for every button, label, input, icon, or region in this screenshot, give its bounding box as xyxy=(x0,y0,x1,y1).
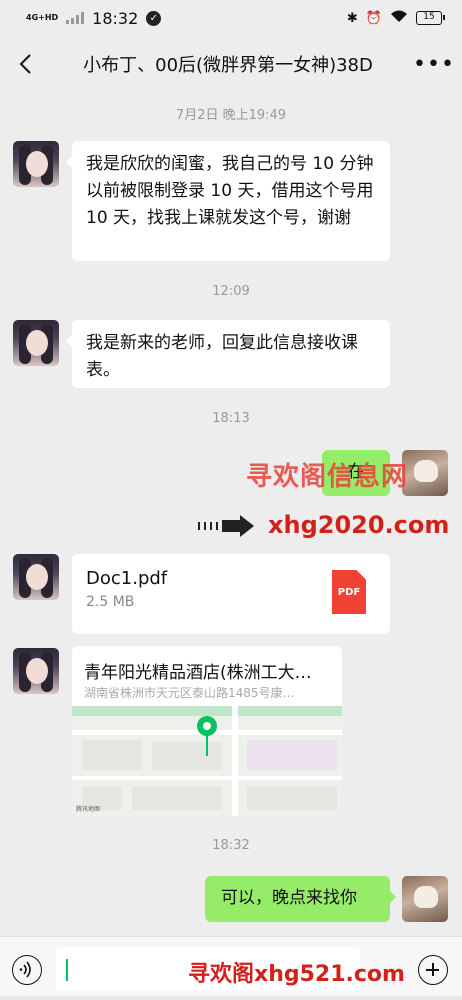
back-button[interactable] xyxy=(0,36,50,92)
map-pin-icon xyxy=(197,716,217,756)
more-button[interactable]: ••• xyxy=(406,36,462,92)
location-message[interactable]: 青年阳光精品酒店(株洲工大… 湖南省株洲市天元区泰山路1485号康… 腾讯地图 xyxy=(72,646,342,816)
avatar[interactable] xyxy=(13,141,59,187)
avatar[interactable] xyxy=(13,320,59,366)
chat-title: 小布丁、00后(微胖界第一女神)38D xyxy=(83,55,373,76)
status-bar: 4G+HD 18:32 ✓ ✱ ⏰ 15 xyxy=(0,0,462,36)
chevron-left-icon xyxy=(19,54,31,74)
message-bubble[interactable]: 我是欣欣的闺蜜，我自己的号 10 分钟以前被限制登录 10 天，借用这个号用 1… xyxy=(66,141,390,261)
message-bubble-self[interactable]: 可以，晚点来找你 xyxy=(205,876,396,922)
bluetooth-icon: ✱ xyxy=(346,10,358,26)
avatar-self[interactable] xyxy=(402,876,448,922)
avatar[interactable] xyxy=(13,554,59,600)
battery-icon: 15 xyxy=(416,11,445,25)
text-cursor xyxy=(66,959,68,981)
pdf-file-icon: PDF xyxy=(332,570,366,614)
signal-icon xyxy=(66,12,85,24)
watermark-middle: xhg2020.com xyxy=(268,511,450,539)
avatar-self[interactable] xyxy=(402,450,448,496)
check-circle-icon: ✓ xyxy=(146,10,162,26)
wifi-icon xyxy=(390,9,408,27)
message-text: 可以，晚点来找你 xyxy=(221,888,357,908)
timestamp: 7月2日 晚上19:49 xyxy=(175,108,287,123)
file-size: 2.5 MB xyxy=(86,594,135,610)
location-address: 湖南省株洲市天元区泰山路1485号康… xyxy=(84,686,295,700)
watermark-top: 寻欢阁信息网 xyxy=(246,462,409,492)
map-provider-label: 腾讯地图 xyxy=(76,806,101,813)
voice-button[interactable] xyxy=(12,955,42,985)
timestamp: 12:09 xyxy=(212,284,250,299)
timestamp: 18:13 xyxy=(212,411,250,426)
location-map: 腾讯地图 xyxy=(72,706,342,816)
file-message[interactable]: Doc1.pdf 2.5 MB PDF xyxy=(72,554,390,634)
alarm-icon: ⏰ xyxy=(365,10,382,26)
network-label: 4G+HD xyxy=(26,13,59,22)
location-name: 青年阳光精品酒店(株洲工大… xyxy=(84,663,312,683)
home-indicator-area xyxy=(0,996,462,1000)
more-dots-icon: ••• xyxy=(413,51,455,77)
message-text: 我是新来的老师，回复此信息接收课表。 xyxy=(86,333,358,380)
message-text: 我是欣欣的闺蜜，我自己的号 10 分钟以前被限制登录 10 天，借用这个号用 1… xyxy=(86,154,374,228)
message-bubble[interactable]: 我是新来的老师，回复此信息接收课表。 xyxy=(66,320,390,388)
watermark-arrow-icon xyxy=(198,515,254,537)
timestamp: 18:32 xyxy=(212,838,250,853)
avatar[interactable] xyxy=(13,648,59,694)
chat-header: 小布丁、00后(微胖界第一女神)38D ••• xyxy=(0,36,462,92)
watermark-bottom: 寻欢阁xhg521.com xyxy=(188,962,405,987)
plus-circle-icon[interactable] xyxy=(418,955,448,985)
status-time: 18:32 xyxy=(92,8,139,28)
file-name: Doc1.pdf xyxy=(86,568,168,589)
voice-icon xyxy=(19,961,31,978)
